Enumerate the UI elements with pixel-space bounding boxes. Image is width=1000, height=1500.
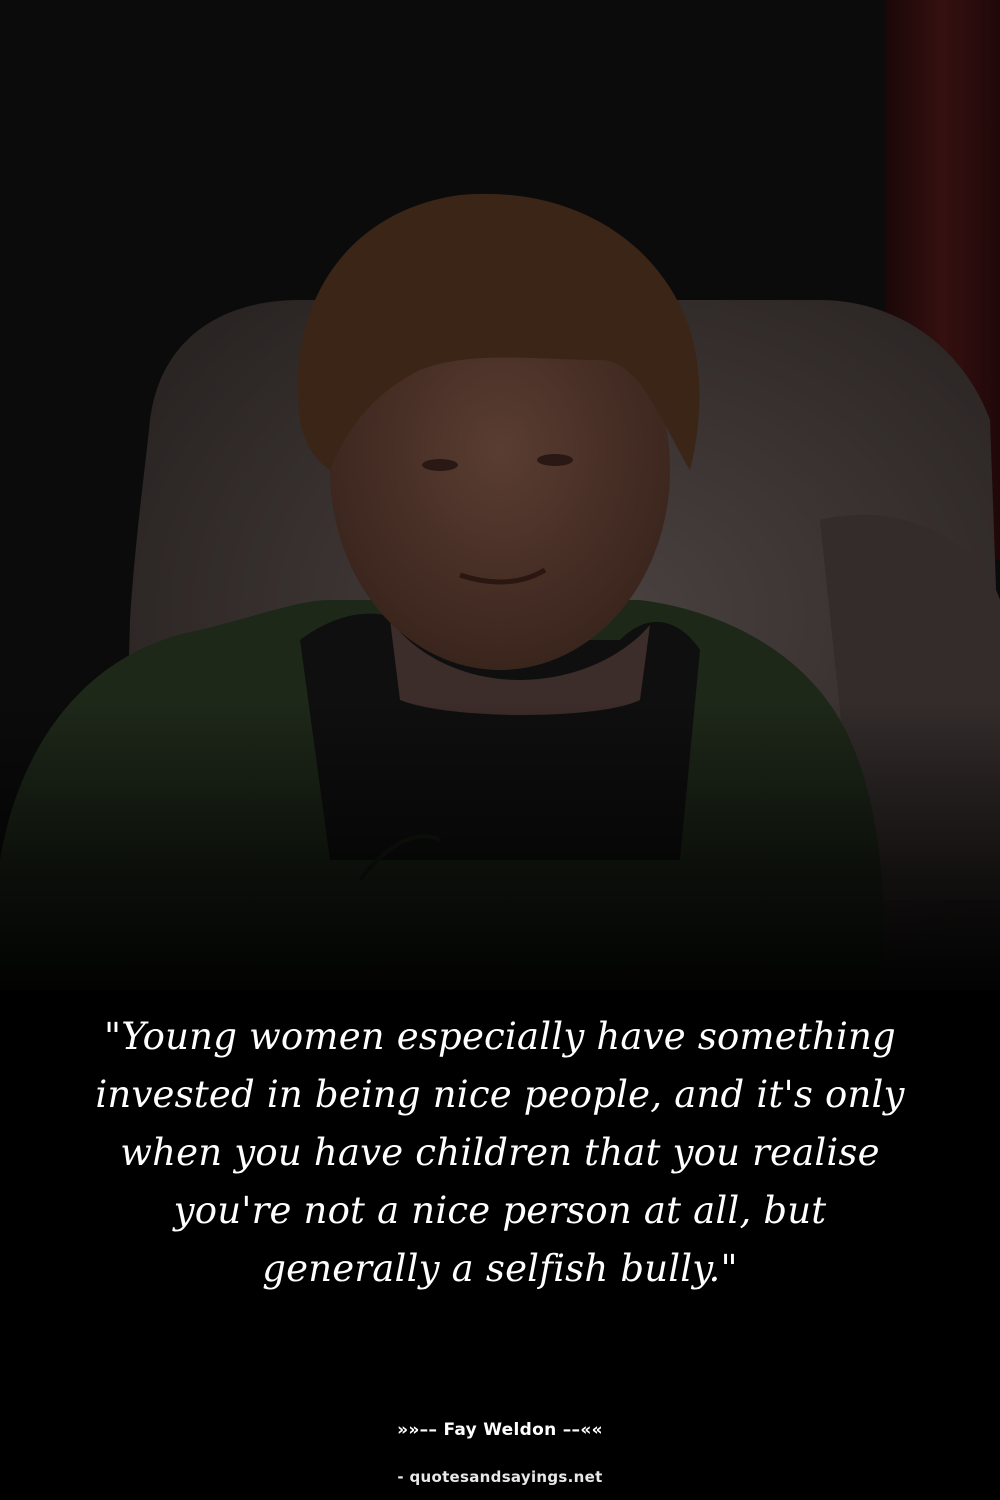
quote-card: "Young women especially have something i… (0, 0, 1000, 1500)
photo-fade-overlay (0, 700, 1000, 1020)
source-credit: - quotesandsayings.net (397, 1468, 603, 1486)
quote-text: "Young women especially have something i… (95, 1015, 905, 1290)
author-attribution: »»–– Fay Weldon ––«« (397, 1420, 603, 1440)
